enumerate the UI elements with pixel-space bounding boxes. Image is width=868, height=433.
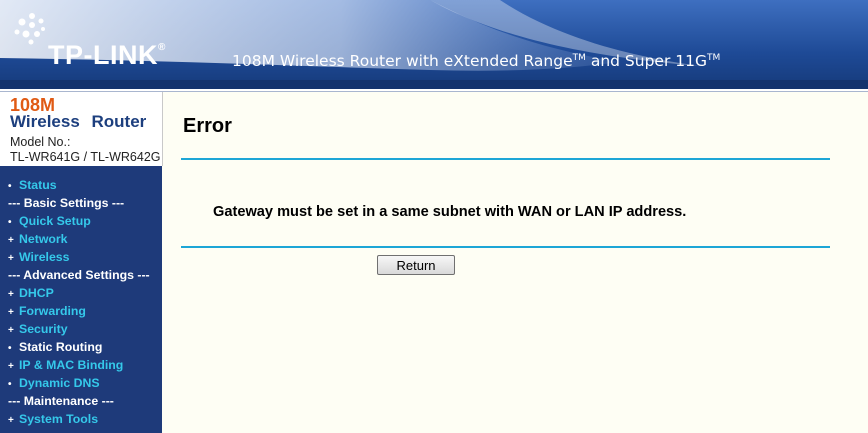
sidebar-item-label: Forwarding (19, 304, 86, 318)
divider-bottom (181, 246, 830, 248)
registered-mark: ® (157, 42, 166, 53)
sidebar-item-label: Wireless (19, 250, 70, 264)
sidebar-heading-basic: --- Basic Settings --- (8, 196, 125, 210)
tagline-tm-1: TM (572, 52, 586, 63)
sidebar-heading-advanced: --- Advanced Settings --- (8, 268, 150, 282)
page-title: Error (183, 115, 232, 137)
sidebar-menu: • Status --- Basic Settings --- • Quick Se… (0, 166, 162, 433)
header-banner: TP-LINK® 108M Wireless Router with eXten… (0, 0, 868, 89)
sidebar-item-label: Status (19, 178, 57, 192)
sidebar-item-status[interactable]: • Status (8, 176, 57, 194)
model-label: Model No.: (10, 135, 71, 149)
sidebar-item-wireless[interactable]: + Wireless (8, 248, 69, 266)
divider-top (181, 158, 830, 160)
sidebar-item-static-routing[interactable]: • Static Routing (8, 338, 102, 356)
sidebar-item-label: IP & MAC Binding (19, 358, 124, 372)
sidebar-heading-maintenance: --- Maintenance --- (8, 394, 114, 408)
product-name: Wireless Router (10, 112, 147, 131)
tagline-text-1: 108M Wireless Router with eXtended Range (232, 52, 573, 70)
tagline-tm-2: TM (707, 52, 721, 63)
product-info-panel: 108M Wireless Router Model No.: TL-WR641… (0, 92, 163, 166)
model-number: TL-WR641G / TL-WR642G (10, 150, 161, 164)
sidebar-item-dhcp[interactable]: + DHCP (8, 284, 54, 302)
expand-plus-icon: + (8, 415, 14, 426)
sidebar-item-network[interactable]: + Network (8, 230, 68, 248)
product-tagline: 108M Wireless Router with eXtended Range… (232, 52, 720, 70)
tagline-text-2: and Super 11G (585, 52, 707, 70)
return-button[interactable]: Return (377, 255, 455, 275)
sidebar-item-label: Security (19, 322, 68, 336)
brand-logo-text: TP-LINK (48, 40, 158, 70)
sidebar-item-forwarding[interactable]: + Forwarding (8, 302, 86, 320)
main-content: Error Gateway must be set in a same subn… (163, 92, 868, 433)
sidebar-item-ip-mac-binding[interactable]: + IP & MAC Binding (8, 356, 123, 374)
tp-link-logo-icon (14, 13, 45, 45)
sidebar-item-label: System Tools (19, 412, 99, 426)
sidebar-item-label: Dynamic DNS (19, 376, 100, 390)
sidebar-item-quick-setup[interactable]: • Quick Setup (8, 212, 91, 230)
sidebar-item-label: Static Routing (19, 340, 103, 354)
sidebar-item-label: Network (19, 232, 68, 246)
brand-logo: TP-LINK® (48, 40, 166, 71)
sidebar-item-dynamic-dns[interactable]: • Dynamic DNS (8, 374, 100, 392)
sidebar-item-system-tools[interactable]: + System Tools (8, 410, 98, 428)
sidebar-item-label: DHCP (19, 286, 54, 300)
error-message: Gateway must be set in a same subnet wit… (213, 204, 687, 220)
sidebar-item-security[interactable]: + Security (8, 320, 68, 338)
sidebar-item-label: Quick Setup (19, 214, 91, 228)
